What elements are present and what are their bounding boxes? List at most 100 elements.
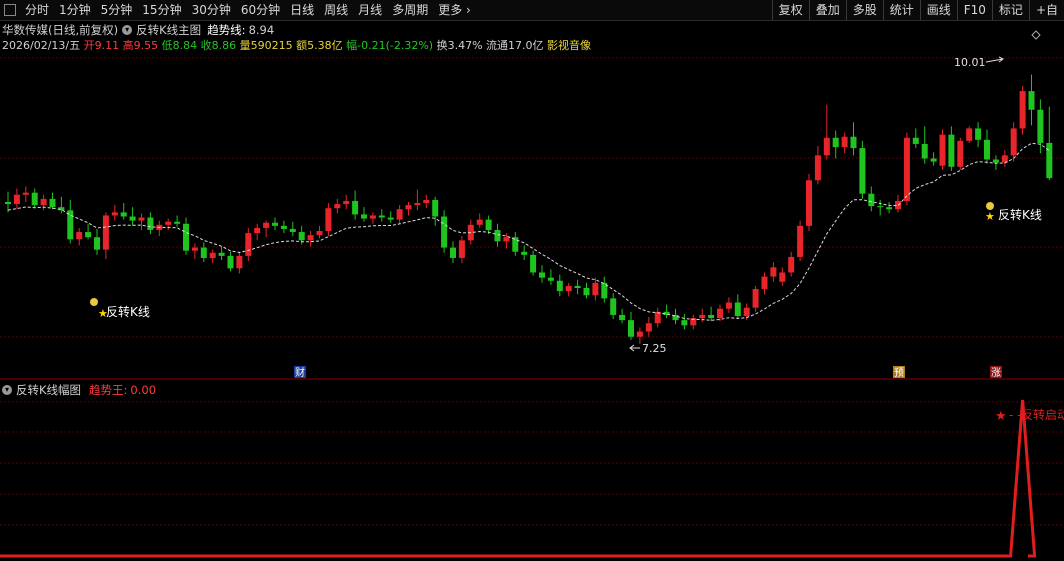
candle-body xyxy=(94,237,100,250)
candle-body xyxy=(681,320,688,326)
candle-body xyxy=(476,219,483,225)
candle-body xyxy=(814,155,821,181)
candle-body xyxy=(912,137,919,144)
candle-body xyxy=(699,314,706,319)
high-mark-label: 10.01 xyxy=(954,56,986,69)
candle-body xyxy=(263,222,270,228)
candle-body xyxy=(948,134,955,167)
candle-body xyxy=(832,137,839,148)
candle-body xyxy=(13,194,20,205)
candle-body xyxy=(147,217,154,230)
candle-body xyxy=(823,137,830,156)
candle-body xyxy=(992,159,999,163)
candle-body xyxy=(352,200,359,215)
coin-icon xyxy=(986,202,994,210)
candle-body xyxy=(503,237,510,242)
candle-body xyxy=(111,212,118,216)
low-mark-label: 7.25 xyxy=(642,342,667,355)
sub-star-icon: ★ xyxy=(995,409,1007,424)
candle-body xyxy=(708,314,715,319)
candle-body xyxy=(209,252,216,258)
candle-body xyxy=(1019,91,1026,129)
candle-body xyxy=(957,140,964,167)
candle-body xyxy=(574,285,581,289)
candle-body xyxy=(423,199,430,204)
candle-body xyxy=(1010,128,1017,156)
candle-body xyxy=(414,203,421,206)
candle-body xyxy=(485,219,492,230)
candle-body xyxy=(334,204,341,209)
candle-body xyxy=(556,280,563,292)
candle-body xyxy=(797,225,804,257)
candle-body xyxy=(245,233,252,256)
candle-body xyxy=(1046,142,1053,179)
candle-body xyxy=(619,314,626,321)
diamond-icon[interactable] xyxy=(1031,30,1041,40)
candle-body xyxy=(102,215,109,250)
candles xyxy=(5,74,1053,344)
candle-body xyxy=(200,247,207,258)
candle-body xyxy=(1037,109,1044,143)
candle-body xyxy=(5,202,11,205)
candle-body xyxy=(441,216,448,248)
candle-body xyxy=(806,180,812,226)
candle-body xyxy=(191,247,198,251)
trend-line xyxy=(7,142,1050,321)
candle-body xyxy=(316,231,323,236)
candle-body xyxy=(31,192,38,206)
candle-body xyxy=(788,256,795,273)
arrow-left-icon xyxy=(629,344,640,352)
candle-body xyxy=(859,148,866,194)
dashes-label: - - xyxy=(1009,408,1021,422)
candle-body xyxy=(307,235,314,241)
candle-body xyxy=(254,227,261,234)
candle-body xyxy=(521,251,528,255)
candle-body xyxy=(1028,91,1035,110)
candle-body xyxy=(752,289,759,308)
signal-marker-2: ★ 反转K线 xyxy=(985,202,1042,223)
main-grid xyxy=(0,57,1064,526)
candle-body xyxy=(227,255,234,269)
candle-body xyxy=(547,277,554,281)
candle-body xyxy=(40,198,47,206)
candle-body xyxy=(49,198,56,208)
candle-body xyxy=(636,331,643,337)
candle-body xyxy=(930,158,937,162)
candle-body xyxy=(138,217,145,221)
candle-body xyxy=(841,136,848,148)
candle-body xyxy=(85,232,92,238)
candle-body xyxy=(378,215,385,218)
candle-body xyxy=(361,214,367,219)
candle-body xyxy=(761,276,768,290)
star-icon: ★ xyxy=(985,210,995,223)
candle-body xyxy=(405,205,412,210)
candle-body xyxy=(120,212,127,217)
sub-signal-label: 反转启动 xyxy=(1021,407,1064,422)
candle-body xyxy=(610,298,617,315)
candle-body xyxy=(779,272,786,282)
candle-body xyxy=(494,229,501,242)
candle-body xyxy=(725,302,732,309)
candle-body xyxy=(369,215,376,219)
candle-body xyxy=(67,210,74,240)
candle-body xyxy=(236,255,243,269)
signal-label-2: 反转K线 xyxy=(998,207,1042,222)
kline-chart[interactable]: 10.01 7.25 ★ 反转K线 ★ 反转K线 财 预 涨 ★ - - 反转启… xyxy=(0,0,1064,561)
candle-body xyxy=(396,209,403,220)
candle-body xyxy=(280,225,287,229)
candle-body xyxy=(218,252,225,256)
high-annotation: 10.01 xyxy=(954,56,1004,69)
low-annotation: 7.25 xyxy=(629,342,667,355)
candle-body xyxy=(921,143,928,159)
signal-marker-1: ★ 反转K线 xyxy=(90,298,150,320)
candle-body xyxy=(868,193,875,207)
candle-body xyxy=(592,282,599,296)
candle-body xyxy=(512,237,519,252)
candle-body xyxy=(343,200,350,205)
candle-body xyxy=(432,199,439,217)
candle-body xyxy=(325,208,332,232)
candle-body xyxy=(583,288,590,296)
finance-tag-label: 财 xyxy=(295,366,305,379)
candle-body xyxy=(984,139,990,160)
candle-body xyxy=(298,232,305,241)
